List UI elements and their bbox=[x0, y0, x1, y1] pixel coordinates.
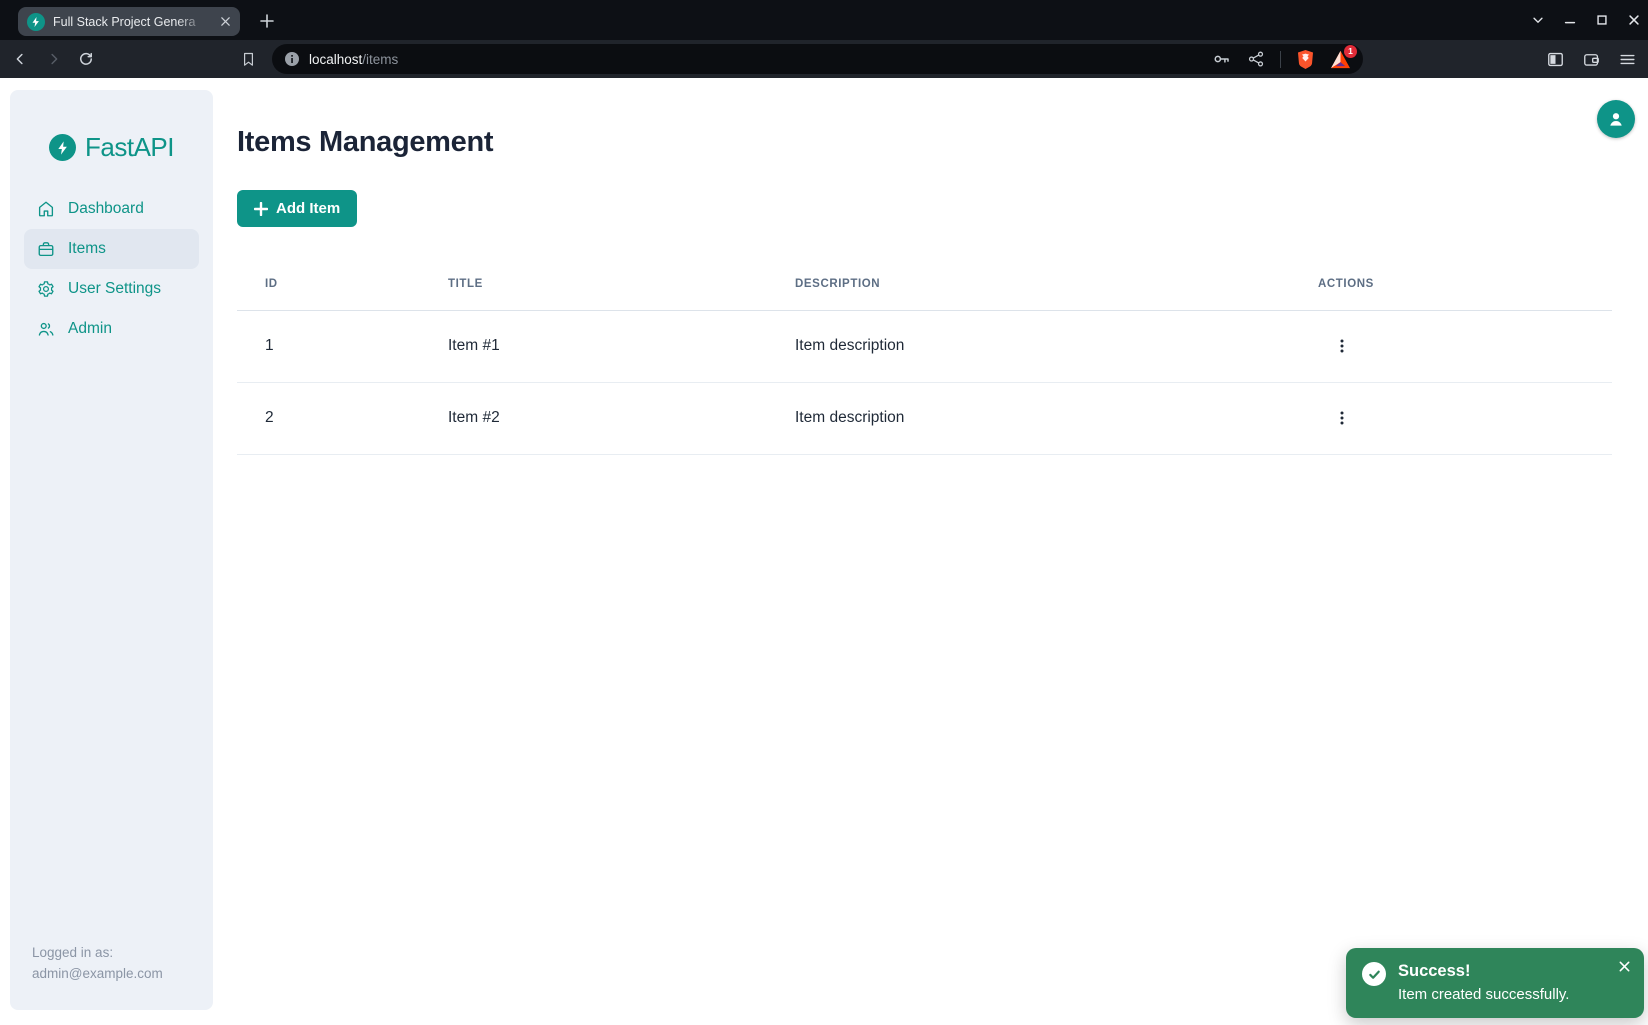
success-toast: Success! Item created successfully. bbox=[1346, 948, 1644, 1018]
users-icon bbox=[37, 320, 55, 338]
logged-in-info: Logged in as: admin@example.com bbox=[32, 942, 163, 984]
browser-tab[interactable]: Full Stack Project Genera bbox=[18, 7, 240, 36]
key-icon[interactable] bbox=[1212, 49, 1232, 69]
brand-text: FastAPI bbox=[85, 132, 174, 163]
fastapi-bolt-icon bbox=[49, 134, 76, 161]
url-bar[interactable]: localhost/items bbox=[272, 44, 1363, 74]
briefcase-icon bbox=[37, 240, 55, 258]
tab-title: Full Stack Project Genera bbox=[53, 15, 212, 29]
sidebar-item-admin[interactable]: Admin bbox=[24, 309, 199, 349]
page-title: Items Management bbox=[237, 126, 493, 159]
sidebar-panel-icon[interactable] bbox=[1544, 48, 1566, 70]
sidebar: FastAPI Dashboard Items bbox=[10, 90, 213, 1010]
toast-message: Item created successfully. bbox=[1398, 984, 1569, 1006]
table-row: 2 Item #2 Item description bbox=[237, 382, 1612, 454]
row-actions-menu-icon[interactable] bbox=[1328, 404, 1356, 432]
window-close-icon[interactable] bbox=[1626, 12, 1642, 28]
cell-id: 2 bbox=[237, 382, 448, 454]
cell-id: 1 bbox=[237, 310, 448, 382]
user-icon bbox=[1605, 108, 1627, 130]
site-info-icon[interactable] bbox=[284, 51, 300, 67]
hamburger-menu-icon[interactable] bbox=[1616, 48, 1638, 70]
sidebar-item-dashboard[interactable]: Dashboard bbox=[24, 189, 199, 229]
plus-icon bbox=[254, 202, 268, 216]
share-icon[interactable] bbox=[1247, 50, 1265, 68]
gear-icon bbox=[37, 280, 55, 298]
window-minimize-icon[interactable] bbox=[1562, 12, 1578, 28]
page-content: FastAPI Dashboard Items bbox=[0, 78, 1648, 1025]
back-button[interactable] bbox=[8, 47, 32, 71]
toolbar-divider bbox=[1280, 51, 1281, 68]
forward-button[interactable] bbox=[42, 47, 66, 71]
window-controls bbox=[1530, 0, 1642, 40]
check-circle-icon bbox=[1362, 962, 1386, 986]
cell-title: Item #1 bbox=[448, 310, 795, 382]
browser-titlebar: Full Stack Project Genera bbox=[0, 0, 1648, 40]
logged-in-label: Logged in as: bbox=[32, 942, 163, 963]
row-actions-menu-icon[interactable] bbox=[1328, 332, 1356, 360]
cell-title: Item #2 bbox=[448, 382, 795, 454]
col-header-title: TITLE bbox=[448, 258, 795, 310]
toast-close-icon[interactable] bbox=[1615, 957, 1633, 975]
logged-in-email: admin@example.com bbox=[32, 963, 163, 984]
sidebar-nav: Dashboard Items User Settings bbox=[10, 189, 213, 349]
cell-description: Item description bbox=[795, 310, 1318, 382]
url-text: localhost/items bbox=[309, 52, 398, 67]
new-tab-button[interactable] bbox=[256, 10, 278, 32]
col-header-actions: ACTIONS bbox=[1318, 258, 1612, 310]
window-maximize-icon[interactable] bbox=[1594, 12, 1610, 28]
sidebar-item-user-settings[interactable]: User Settings bbox=[24, 269, 199, 309]
brave-shield-icon[interactable] bbox=[1296, 49, 1315, 70]
col-header-id: ID bbox=[237, 258, 448, 310]
fastapi-favicon-icon bbox=[27, 13, 45, 31]
reload-button[interactable] bbox=[74, 47, 98, 71]
rewards-badge: 1 bbox=[1344, 45, 1357, 58]
tab-close-icon[interactable] bbox=[220, 16, 231, 27]
items-table: ID TITLE DESCRIPTION ACTIONS 1 Item #1 I… bbox=[237, 258, 1612, 455]
sidebar-item-items[interactable]: Items bbox=[24, 229, 199, 269]
toast-title: Success! bbox=[1398, 961, 1569, 982]
browser-navbar: localhost/items bbox=[0, 40, 1648, 78]
bookmark-icon[interactable] bbox=[236, 47, 260, 71]
fastapi-logo: FastAPI bbox=[10, 132, 213, 163]
wallet-icon[interactable] bbox=[1580, 48, 1602, 70]
window-chevron-down-icon[interactable] bbox=[1530, 12, 1546, 28]
table-header-row: ID TITLE DESCRIPTION ACTIONS bbox=[237, 258, 1612, 310]
user-avatar-button[interactable] bbox=[1597, 100, 1635, 138]
home-icon bbox=[37, 200, 55, 218]
col-header-description: DESCRIPTION bbox=[795, 258, 1318, 310]
add-item-button[interactable]: Add Item bbox=[237, 190, 357, 227]
cell-description: Item description bbox=[795, 382, 1318, 454]
table-row: 1 Item #1 Item description bbox=[237, 310, 1612, 382]
